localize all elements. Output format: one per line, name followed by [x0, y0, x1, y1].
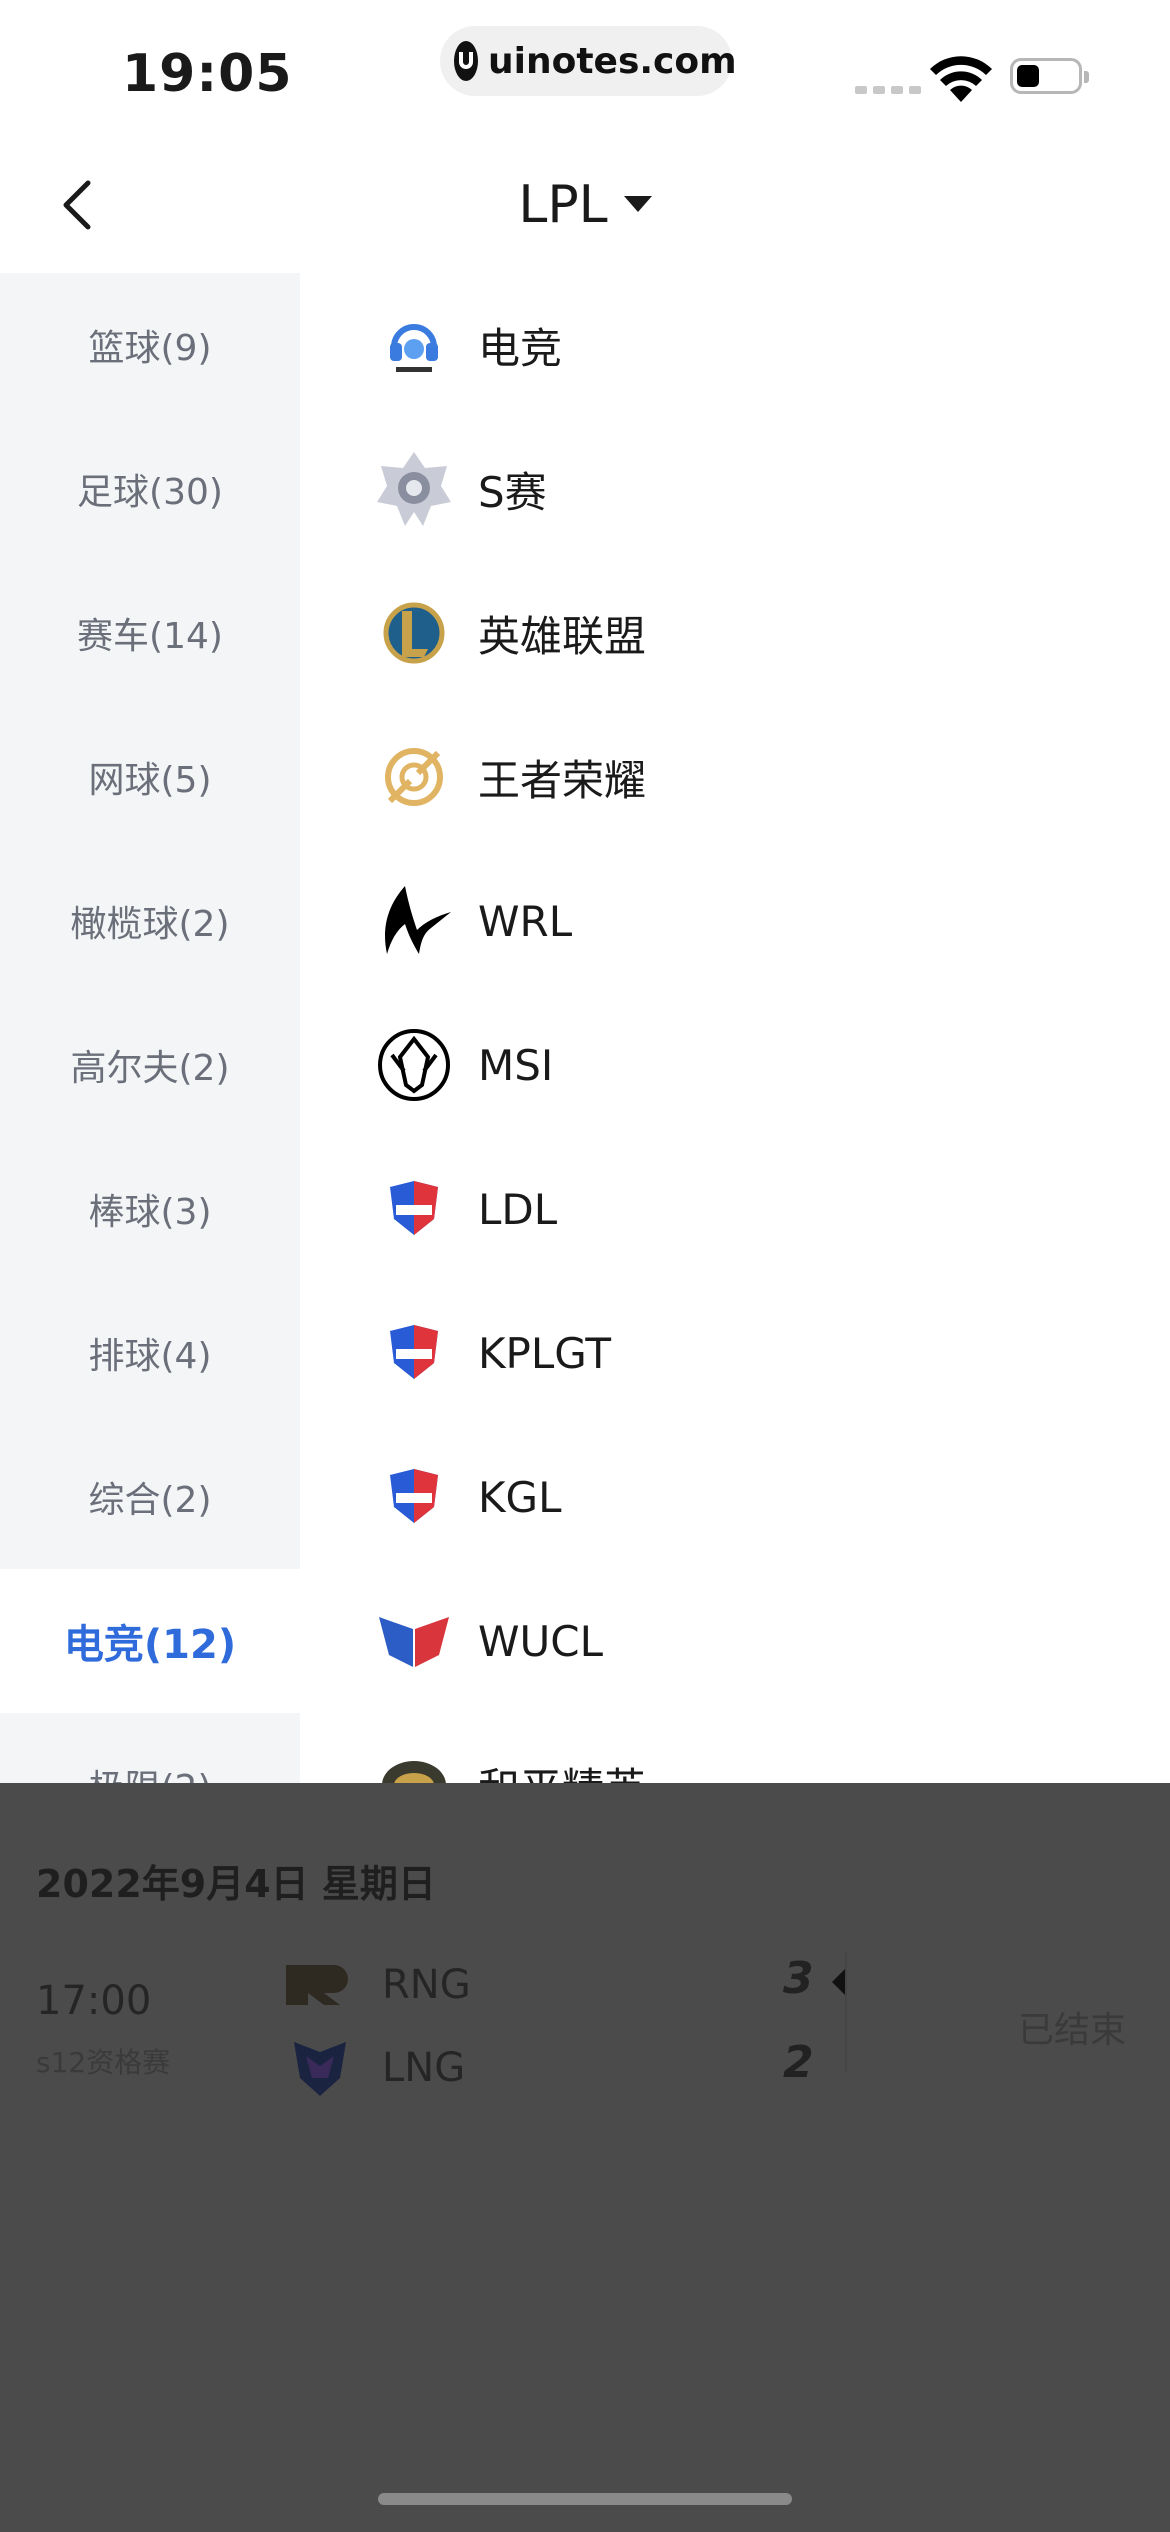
wifi-icon [930, 56, 992, 102]
honor-of-kings-icon [374, 737, 454, 817]
sidebar-item-racing[interactable]: 赛车(14) [0, 561, 300, 705]
site-logo-icon [454, 41, 478, 81]
league-name: WRL [478, 896, 573, 946]
sidebar-item-rugby[interactable]: 橄榄球(2) [0, 849, 300, 993]
status-time: 19:05 [122, 44, 293, 104]
peacekeeper-elite-icon [374, 1745, 454, 1783]
cellular-signal-icon [855, 86, 921, 94]
team-name: RNG [382, 1962, 471, 2008]
page-title: LPL [518, 175, 608, 235]
league-name: LDL [478, 1184, 558, 1234]
list-item[interactable]: KGL [300, 1425, 1170, 1569]
dim-overlay[interactable]: 2022年9月4日 星期日 17:00 s12资格赛 RNG LNG 3 2 已… [0, 1783, 1170, 2532]
match-status: 已结束 [1018, 2010, 1127, 2051]
list-item[interactable]: KPLGT [300, 1281, 1170, 1425]
league-name: 王者荣耀 [478, 755, 647, 805]
sidebar-item-extreme[interactable]: 极限(2) [0, 1713, 300, 1783]
sidebar-item-tennis[interactable]: 网球(5) [0, 705, 300, 849]
league-name: 和平精英 [478, 1755, 646, 1784]
league-name: WUCL [478, 1616, 603, 1666]
league-name: 电竞 [478, 323, 563, 373]
kpl-shield-icon [374, 1169, 454, 1249]
battery-icon [1010, 58, 1089, 94]
wucl-wings-icon [374, 1601, 454, 1681]
wrl-bird-icon [374, 881, 454, 961]
match-time: 17:00 [36, 1978, 152, 2024]
league-of-legends-icon [374, 593, 454, 673]
team-away[interactable]: LNG [284, 2038, 465, 2098]
msi-crest-icon [374, 1025, 454, 1105]
worlds-trophy-icon [374, 449, 454, 529]
match-stage: s12资格赛 [36, 2046, 171, 2079]
caret-down-icon [623, 196, 652, 212]
status-bar: 19:05 uinotes.com [0, 0, 1170, 135]
team-home[interactable]: RNG [284, 1955, 471, 2015]
rng-logo-icon [286, 1965, 348, 2005]
url-pill[interactable]: uinotes.com [440, 26, 737, 96]
list-item[interactable]: 电竞 [300, 273, 1170, 417]
sidebar-item-general[interactable]: 综合(2) [0, 1425, 300, 1569]
kpl-shield-icon [374, 1313, 454, 1393]
league-name: KGL [478, 1472, 562, 1522]
match-date-heading: 2022年9月4日 星期日 [36, 1862, 436, 1906]
league-name: MSI [478, 1040, 554, 1090]
esports-headset-icon [374, 305, 454, 385]
divider [845, 1953, 847, 2073]
lng-logo-icon [294, 2042, 346, 2096]
sidebar-item-football[interactable]: 足球(30) [0, 417, 300, 561]
list-item[interactable]: 英雄联盟 [300, 561, 1170, 705]
league-list: 电竞 S赛 英雄联盟 王者荣耀 WRL MSI LDL KPLGT KGL WU… [300, 273, 1170, 1783]
sidebar-item-basketball[interactable]: 篮球(9) [0, 273, 300, 417]
sidebar-item-volleyball[interactable]: 排球(4) [0, 1281, 300, 1425]
nav-bar: LPL [0, 135, 1170, 273]
list-item[interactable]: 和平精英 [300, 1713, 1170, 1783]
winner-arrow-icon [832, 1968, 846, 1996]
league-name: S赛 [478, 467, 547, 517]
league-selector[interactable]: LPL [0, 175, 1170, 235]
sidebar-item-esports[interactable]: 电竞(12) [0, 1569, 300, 1713]
list-item[interactable]: S赛 [300, 417, 1170, 561]
sidebar-item-baseball[interactable]: 棒球(3) [0, 1137, 300, 1281]
sidebar-item-golf[interactable]: 高尔夫(2) [0, 993, 300, 1137]
list-item[interactable]: WRL [300, 849, 1170, 993]
away-score: 2 [783, 2037, 814, 2088]
league-name: KPLGT [478, 1328, 611, 1378]
list-item[interactable]: 王者荣耀 [300, 705, 1170, 849]
team-name: LNG [382, 2045, 466, 2091]
kpl-shield-icon [374, 1457, 454, 1537]
league-name: 英雄联盟 [478, 611, 647, 661]
list-item[interactable]: LDL [300, 1137, 1170, 1281]
url-text: uinotes.com [488, 40, 737, 82]
home-indicator[interactable] [378, 2493, 792, 2505]
list-item[interactable]: MSI [300, 993, 1170, 1137]
list-item[interactable]: WUCL [300, 1569, 1170, 1713]
home-score: 3 [783, 1953, 814, 2004]
category-sidebar: 篮球(9) 足球(30) 赛车(14) 网球(5) 橄榄球(2) 高尔夫(2) … [0, 273, 300, 1783]
